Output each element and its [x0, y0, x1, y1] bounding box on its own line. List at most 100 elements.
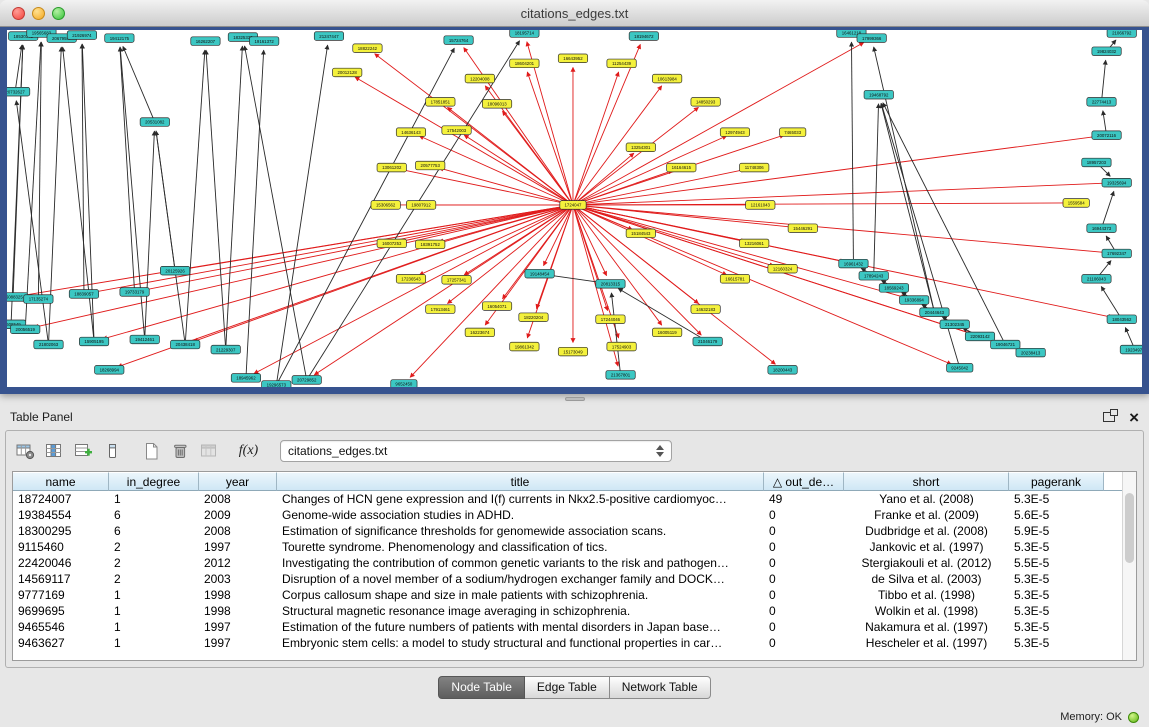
table-cell[interactable]: 9115460	[13, 540, 109, 554]
table-cell[interactable]: 1997	[199, 540, 277, 554]
tab-node-table[interactable]: Node Table	[438, 676, 525, 699]
table-row[interactable]: 2242004622012Investigating the contribut…	[13, 555, 1136, 571]
table-cell[interactable]: 2008	[199, 524, 277, 538]
table-cell[interactable]: Embryonic stem cells: a model to study s…	[277, 636, 764, 650]
table-cell[interactable]: 1	[109, 588, 199, 602]
table-cell[interactable]: Structural magnetic resonance image aver…	[277, 604, 764, 618]
table-row[interactable]: 911546021997Tourette syndrome. Phenomeno…	[13, 539, 1136, 555]
table-cell[interactable]: 5.9E-5	[1009, 524, 1104, 538]
table-cell[interactable]: 6	[109, 524, 199, 538]
table-cell[interactable]: 1	[109, 604, 199, 618]
float-panel-icon[interactable]	[1103, 412, 1115, 422]
table-row[interactable]: 946554611997Estimation of the future num…	[13, 619, 1136, 635]
table-cell[interactable]: Franke et al. (2009)	[844, 508, 1009, 522]
table-row[interactable]: 977716911998Corpus callosum shape and si…	[13, 587, 1136, 603]
table-cell[interactable]: 0	[764, 556, 844, 570]
table-cell[interactable]: 5.3E-5	[1009, 604, 1104, 618]
table-cell[interactable]: Tourette syndrome. Phenomenology and cla…	[277, 540, 764, 554]
table-cell[interactable]: 0	[764, 604, 844, 618]
table-cell[interactable]: 1997	[199, 636, 277, 650]
delete-column-button[interactable]	[167, 438, 194, 465]
table-cell[interactable]: 5.5E-5	[1009, 556, 1104, 570]
table-cell[interactable]: Changes of HCN gene expression and I(f) …	[277, 492, 764, 506]
table-cell[interactable]: 0	[764, 508, 844, 522]
table-selector[interactable]: citations_edges.txt	[280, 440, 672, 462]
table-cell[interactable]: 5.6E-5	[1009, 508, 1104, 522]
tab-network-table[interactable]: Network Table	[610, 676, 711, 699]
table-cell[interactable]: 2	[109, 540, 199, 554]
column-header[interactable]: △ out_de…	[764, 472, 844, 491]
table-cell[interactable]: 0	[764, 588, 844, 602]
table-cell[interactable]: 0	[764, 636, 844, 650]
column-header[interactable]: title	[277, 472, 764, 491]
table-cell[interactable]: Jankovic et al. (1997)	[844, 540, 1009, 554]
table-cell[interactable]: 9777169	[13, 588, 109, 602]
table-mode-button[interactable]	[12, 438, 39, 465]
table-scrollbar[interactable]	[1122, 472, 1136, 660]
table-cell[interactable]: 49	[764, 492, 844, 506]
close-window-button[interactable]	[12, 7, 25, 20]
table-cell[interactable]: 9465546	[13, 620, 109, 634]
table-row[interactable]: 1872400712008Changes of HCN gene express…	[13, 491, 1136, 507]
table-cell[interactable]: 6	[109, 508, 199, 522]
memory-status-indicator[interactable]	[1128, 712, 1139, 723]
column-header[interactable]: pagerank	[1009, 472, 1104, 491]
network-canvas[interactable]: 1853034219565683206795872192697419412175…	[7, 30, 1142, 387]
table-cell[interactable]: 0	[764, 572, 844, 586]
table-cell[interactable]: Disruption of a novel member of a sodium…	[277, 572, 764, 586]
table-cell[interactable]: 18300295	[13, 524, 109, 538]
table-cell[interactable]: 0	[764, 524, 844, 538]
table-cell[interactable]: Wolkin et al. (1998)	[844, 604, 1009, 618]
table-cell[interactable]: Yano et al. (2008)	[844, 492, 1009, 506]
table-cell[interactable]: Hescheler et al. (1997)	[844, 636, 1009, 650]
column-header[interactable]: name	[13, 472, 109, 491]
table-cell[interactable]: 1997	[199, 620, 277, 634]
table-cell[interactable]: Corpus callosum shape and size in male p…	[277, 588, 764, 602]
table-cell[interactable]: 18724007	[13, 492, 109, 506]
import-table-button[interactable]	[196, 438, 223, 465]
table-cell[interactable]: 1998	[199, 604, 277, 618]
zoom-window-button[interactable]	[52, 7, 65, 20]
table-row[interactable]: 969969511998Structural magnetic resonanc…	[13, 603, 1136, 619]
window-titlebar[interactable]: citations_edges.txt	[0, 0, 1149, 27]
table-cell[interactable]: Stergiakouli et al. (2012)	[844, 556, 1009, 570]
table-cell[interactable]: 1	[109, 636, 199, 650]
table-cell[interactable]: 5.3E-5	[1009, 492, 1104, 506]
table-cell[interactable]: 1	[109, 620, 199, 634]
table-cell[interactable]: Tibbo et al. (1998)	[844, 588, 1009, 602]
table-cell[interactable]: 0	[764, 540, 844, 554]
table-cell[interactable]: 22420046	[13, 556, 109, 570]
table-cell[interactable]: 2	[109, 556, 199, 570]
column-header[interactable]: short	[844, 472, 1009, 491]
table-cell[interactable]: 9699695	[13, 604, 109, 618]
table-cell[interactable]: 5.3E-5	[1009, 540, 1104, 554]
citation-network-graph[interactable]: 1853034219565683206795872192697419412175…	[7, 30, 1142, 387]
table-cell[interactable]: 19384554	[13, 508, 109, 522]
table-row[interactable]: 946362711997Embryonic stem cells: a mode…	[13, 635, 1136, 651]
table-row[interactable]: 1938455462009Genome-wide association stu…	[13, 507, 1136, 523]
new-column-button[interactable]	[138, 438, 165, 465]
table-cell[interactable]: 1998	[199, 588, 277, 602]
table-cell[interactable]: 2008	[199, 492, 277, 506]
splitter-handle[interactable]	[565, 397, 585, 401]
column-header[interactable]: in_degree	[109, 472, 199, 491]
table-cell[interactable]: Estimation of the future numbers of pati…	[277, 620, 764, 634]
table-cell[interactable]: 2009	[199, 508, 277, 522]
minimize-window-button[interactable]	[32, 7, 45, 20]
table-cell[interactable]: 9463627	[13, 636, 109, 650]
table-cell[interactable]: Nakamura et al. (1997)	[844, 620, 1009, 634]
table-cell[interactable]: 2012	[199, 556, 277, 570]
table-cell[interactable]: 5.3E-5	[1009, 620, 1104, 634]
close-panel-icon[interactable]: ×	[1129, 409, 1139, 426]
table-cell[interactable]: Genome-wide association studies in ADHD.	[277, 508, 764, 522]
column-header[interactable]: year	[199, 472, 277, 491]
function-builder-button[interactable]: f(x)	[235, 438, 262, 465]
column-button[interactable]	[99, 438, 126, 465]
table-cell[interactable]: 2003	[199, 572, 277, 586]
table-cell[interactable]: Investigating the contribution of common…	[277, 556, 764, 570]
tab-edge-table[interactable]: Edge Table	[525, 676, 610, 699]
table-cell[interactable]: 5.3E-5	[1009, 572, 1104, 586]
scrollbar-thumb[interactable]	[1125, 493, 1134, 563]
table-cell[interactable]: 5.3E-5	[1009, 636, 1104, 650]
table-cell[interactable]: 14569117	[13, 572, 109, 586]
